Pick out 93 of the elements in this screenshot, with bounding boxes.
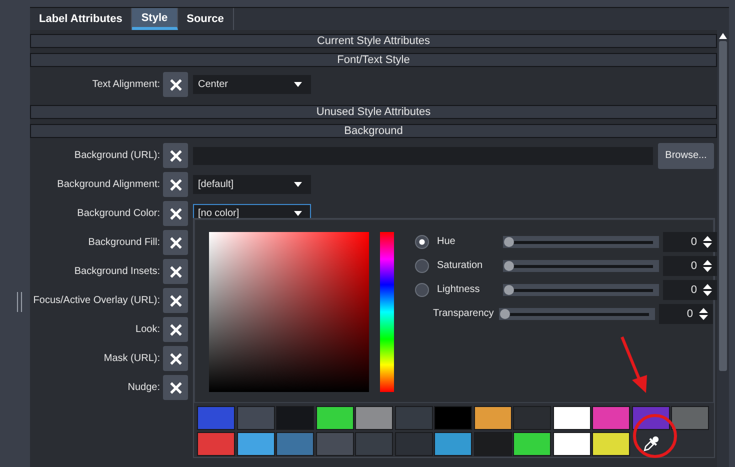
section-header[interactable]: Unused Style Attributes <box>30 105 717 119</box>
clear-button[interactable] <box>163 201 188 226</box>
channel-label: Transparency <box>433 308 495 319</box>
slider[interactable] <box>503 236 659 248</box>
slider-thumb[interactable] <box>500 308 510 318</box>
close-icon <box>170 382 182 394</box>
spinner-arrows-icon <box>703 260 712 272</box>
clear-button[interactable] <box>163 72 188 97</box>
field-label: Nudge: <box>126 382 160 393</box>
slider[interactable] <box>503 260 659 272</box>
tab[interactable]: Style <box>132 8 178 30</box>
section-header[interactable]: Font/Text Style <box>30 53 717 67</box>
close-icon <box>170 266 182 278</box>
caret-icon <box>294 211 302 216</box>
dropdown[interactable]: [default] <box>193 175 311 194</box>
color-swatch[interactable] <box>316 406 354 430</box>
color-swatch[interactable] <box>394 406 432 430</box>
color-swatch[interactable] <box>394 432 432 456</box>
clear-button[interactable] <box>163 346 188 371</box>
channel-label: Hue <box>437 236 456 247</box>
radio-button[interactable] <box>415 282 429 296</box>
color-gradient-square[interactable] <box>209 232 369 392</box>
splitter-handle[interactable] <box>16 292 22 312</box>
color-swatch[interactable] <box>197 432 235 456</box>
clear-button[interactable] <box>163 288 188 313</box>
color-swatch[interactable] <box>355 406 393 430</box>
channel-label: Saturation <box>437 260 484 271</box>
color-swatch[interactable] <box>474 432 512 456</box>
slider-thumb[interactable] <box>504 236 514 246</box>
dropdown[interactable]: Center <box>193 75 311 94</box>
close-icon <box>170 150 182 162</box>
close-icon <box>170 294 182 306</box>
close-icon <box>170 324 182 336</box>
color-swatch[interactable] <box>592 406 630 430</box>
annotation-circle <box>632 413 678 459</box>
field-label: Look: <box>134 324 160 335</box>
field-label: Background (URL): <box>73 150 160 161</box>
color-swatch[interactable] <box>552 406 590 430</box>
close-icon <box>170 208 182 220</box>
slider[interactable] <box>503 284 659 296</box>
caret-icon <box>294 182 302 187</box>
number-field[interactable]: 0 <box>663 232 717 252</box>
field-label: Mask (URL): <box>102 353 160 364</box>
channel-label: Lightness <box>437 284 481 295</box>
close-icon <box>170 178 182 190</box>
field-label: Background Color: <box>76 208 160 219</box>
spinner-arrows-icon <box>699 308 708 320</box>
color-swatch[interactable] <box>552 432 590 456</box>
field-label: Text Alignment: <box>91 79 160 90</box>
section-header[interactable]: Background <box>30 124 717 138</box>
color-swatch[interactable] <box>434 432 472 456</box>
color-swatch[interactable] <box>513 432 551 456</box>
color-swatch[interactable] <box>236 406 274 430</box>
clear-button[interactable] <box>163 230 188 255</box>
field-label: Background Insets: <box>73 266 160 277</box>
number-field[interactable]: 0 <box>663 256 717 276</box>
scrollbar-thumb[interactable] <box>719 41 727 371</box>
clear-button[interactable] <box>163 172 188 197</box>
radio-button[interactable] <box>415 258 429 272</box>
close-icon <box>170 236 182 248</box>
color-swatch[interactable] <box>276 432 314 456</box>
spinner-arrows-icon <box>703 284 712 296</box>
close-icon <box>170 78 182 90</box>
clear-button[interactable] <box>163 259 188 284</box>
caret-icon <box>294 82 302 87</box>
color-swatch[interactable] <box>276 406 314 430</box>
radio-button[interactable] <box>415 234 429 248</box>
color-swatch[interactable] <box>355 432 393 456</box>
scroll-up-icon[interactable] <box>719 33 727 39</box>
section-header[interactable]: Current Style Attributes <box>30 34 717 48</box>
slider-thumb[interactable] <box>504 284 514 294</box>
color-swatch[interactable] <box>236 432 274 456</box>
color-swatch[interactable] <box>434 406 472 430</box>
color-swatch[interactable] <box>316 432 354 456</box>
number-field[interactable]: 0 <box>663 280 717 300</box>
slider[interactable] <box>499 308 655 320</box>
color-swatch[interactable] <box>197 406 235 430</box>
clear-button[interactable] <box>163 375 188 400</box>
eyedropper-icon <box>640 434 660 454</box>
number-field[interactable]: 0 <box>659 304 713 324</box>
clear-button[interactable] <box>163 317 188 342</box>
field-label: Focus/Active Overlay (URL): <box>32 295 160 306</box>
color-swatch[interactable] <box>474 406 512 430</box>
hue-bar[interactable] <box>380 232 394 392</box>
close-icon <box>170 352 182 364</box>
color-swatch[interactable] <box>671 406 709 430</box>
slider-thumb[interactable] <box>504 260 514 270</box>
browse-button[interactable]: Browse... <box>658 142 714 168</box>
spinner-arrows-icon <box>703 236 712 248</box>
field-label: Background Alignment: <box>56 179 160 190</box>
color-swatch[interactable] <box>592 432 630 456</box>
clear-button[interactable] <box>163 143 188 168</box>
field-label: Background Fill: <box>87 237 160 248</box>
